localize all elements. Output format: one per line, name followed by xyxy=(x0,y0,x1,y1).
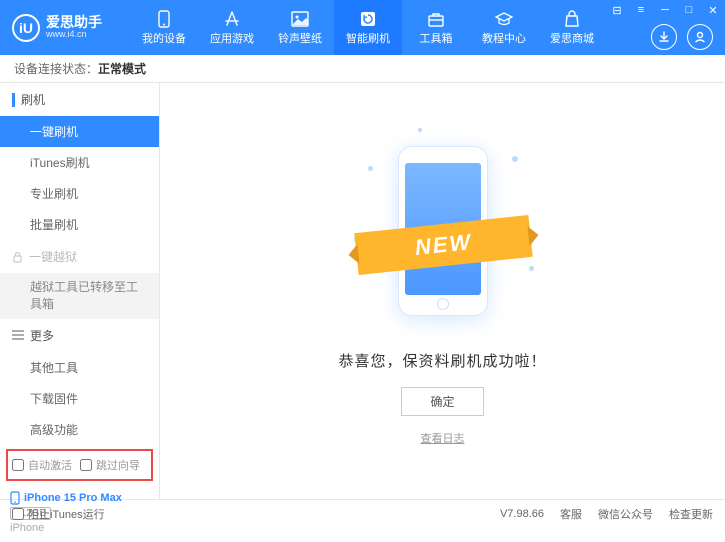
phone-icon xyxy=(154,10,174,28)
sidebar-item-advanced[interactable]: 高级功能 xyxy=(0,414,159,445)
app-name: 爱思助手 xyxy=(46,15,102,30)
maximize-icon[interactable]: □ xyxy=(677,0,701,20)
sidebar-item-itunes[interactable]: iTunes刷机 xyxy=(0,147,159,178)
sidebar-item-other-tools[interactable]: 其他工具 xyxy=(0,352,159,383)
nav-store[interactable]: 爱思商城 xyxy=(538,0,606,55)
sidebar-item-batch[interactable]: 批量刷机 xyxy=(0,209,159,240)
footer-link-wechat[interactable]: 微信公众号 xyxy=(598,506,653,522)
nav-ringtones[interactable]: 铃声壁纸 xyxy=(266,0,334,55)
nav-toolbox[interactable]: 工具箱 xyxy=(402,0,470,55)
sidebar-section-flash[interactable]: 刷机 xyxy=(0,83,159,116)
image-icon xyxy=(290,10,310,28)
nav-tutorials[interactable]: 教程中心 xyxy=(470,0,538,55)
logo-icon: iU xyxy=(12,14,40,42)
close-icon[interactable]: ✕ xyxy=(701,0,725,20)
sidebar-item-oneclick[interactable]: 一键刷机 xyxy=(0,116,159,147)
nav-smart-flash[interactable]: 智能刷机 xyxy=(334,0,402,55)
highlighted-options: 自动激活 跳过向导 xyxy=(6,449,153,481)
app-url: www.i4.cn xyxy=(46,30,102,40)
view-log-link[interactable]: 查看日志 xyxy=(421,430,465,446)
nav-my-device[interactable]: 我的设备 xyxy=(130,0,198,55)
footer-link-support[interactable]: 客服 xyxy=(560,506,582,522)
download-button[interactable] xyxy=(651,24,677,50)
main-panel: NEW 恭喜您，保资料刷机成功啦！ 确定 查看日志 xyxy=(160,83,725,499)
sidebar-section-more[interactable]: 更多 xyxy=(0,319,159,352)
sidebar-jailbreak-notice: 越狱工具已转移至工具箱 xyxy=(0,273,159,319)
phone-small-icon xyxy=(10,491,20,505)
bag-icon xyxy=(562,10,582,28)
pin-icon[interactable]: ⊟ xyxy=(605,0,629,20)
minimize-icon[interactable]: ─ xyxy=(653,0,677,20)
success-illustration: NEW xyxy=(378,136,508,336)
menu-icon[interactable]: ≡ xyxy=(629,0,653,20)
user-button[interactable] xyxy=(687,24,713,50)
graduation-icon xyxy=(494,10,514,28)
status-mode: 正常模式 xyxy=(98,60,146,77)
device-type: iPhone xyxy=(10,522,149,534)
version-label: V7.98.66 xyxy=(500,508,544,520)
logo: iU 爱思助手 www.i4.cn xyxy=(0,14,130,42)
list-icon xyxy=(12,330,24,340)
appstore-icon xyxy=(222,10,242,28)
top-nav: 我的设备 应用游戏 铃声壁纸 智能刷机 工具箱 教程中心 爱思商城 xyxy=(130,0,606,55)
sidebar-section-jailbreak: 一键越狱 xyxy=(0,240,159,273)
footer-link-update[interactable]: 检查更新 xyxy=(669,506,713,522)
sidebar-item-download-fw[interactable]: 下载固件 xyxy=(0,383,159,414)
sidebar: 刷机 一键刷机 iTunes刷机 专业刷机 批量刷机 一键越狱 越狱工具已转移至… xyxy=(0,83,160,499)
lock-icon xyxy=(12,251,23,263)
checkbox-block-itunes[interactable]: 阻止iTunes运行 xyxy=(12,506,105,522)
ok-button[interactable]: 确定 xyxy=(401,387,483,416)
app-header: iU 爱思助手 www.i4.cn 我的设备 应用游戏 铃声壁纸 智能刷机 工具… xyxy=(0,0,725,55)
checkbox-auto-activate[interactable]: 自动激活 xyxy=(12,457,72,473)
refresh-icon xyxy=(358,10,378,28)
checkbox-skip-guide[interactable]: 跳过向导 xyxy=(80,457,140,473)
success-message: 恭喜您，保资料刷机成功啦！ xyxy=(338,350,546,371)
window-controls: ⊟ ≡ ─ □ ✕ xyxy=(605,0,725,20)
nav-apps-games[interactable]: 应用游戏 xyxy=(198,0,266,55)
connection-status: 设备连接状态： 正常模式 xyxy=(0,55,725,83)
toolbox-icon xyxy=(426,10,446,28)
device-name: iPhone 15 Pro Max xyxy=(24,492,122,504)
sidebar-item-pro[interactable]: 专业刷机 xyxy=(0,178,159,209)
